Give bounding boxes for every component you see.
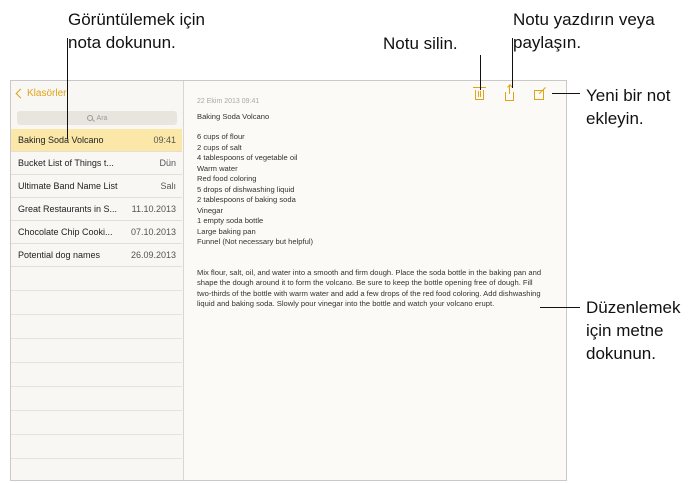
chevron-left-icon xyxy=(15,88,26,99)
ingredient-line: Warm water xyxy=(197,163,238,173)
empty-list-row xyxy=(11,339,182,363)
note-row-title: Great Restaurants in S... xyxy=(18,204,118,214)
leader-line-tap-note xyxy=(67,38,68,139)
callout-print-share: Notu yazdırın veya paylaşın. xyxy=(513,10,655,52)
note-row-date: Dün xyxy=(159,158,176,168)
note-row-title: Potential dog names xyxy=(18,250,101,260)
notes-app-screen: Klasörler Ara Baking Soda Volcano 09:41 … xyxy=(10,80,567,481)
empty-list-row xyxy=(11,315,182,339)
empty-list-row xyxy=(11,435,182,459)
note-row-date: Salı xyxy=(160,181,176,191)
folders-back-label: Klasörler xyxy=(27,88,67,99)
ingredient-line: 2 cups of salt xyxy=(197,142,242,152)
empty-list-row xyxy=(11,291,182,315)
note-row[interactable]: Potential dog names 26.09.2013 xyxy=(11,244,182,267)
callout-delete-note: Notu silin. xyxy=(383,34,458,53)
folders-back-button[interactable]: Klasörler xyxy=(15,88,67,99)
search-icon xyxy=(86,115,93,121)
note-row-title: Chocolate Chip Cooki... xyxy=(18,227,113,237)
note-row-title: Baking Soda Volcano xyxy=(18,135,104,145)
search-field[interactable]: Ara xyxy=(17,111,177,125)
ingredient-line: Red food coloring xyxy=(197,174,257,183)
ingredient-line: 1 empty soda bottle xyxy=(197,216,264,225)
ingredient-line: Funnel (Not necessary but helpful) xyxy=(197,237,314,246)
note-list: Baking Soda Volcano 09:41 Bucket List of… xyxy=(11,129,182,480)
empty-list-row xyxy=(11,363,182,387)
search-placeholder: Ara xyxy=(96,114,108,122)
note-row-date: 09:41 xyxy=(153,135,176,145)
note-row-title: Bucket List of Things t... xyxy=(18,158,114,168)
note-row-date: 07.10.2013 xyxy=(130,227,176,237)
instructions-paragraph: Mix flour, salt, oil, and water into a s… xyxy=(197,267,542,309)
empty-list-row xyxy=(11,459,182,480)
note-row-date: 26.09.2013 xyxy=(130,250,176,260)
note-row[interactable]: Great Restaurants in S... 11.10.2013 xyxy=(11,198,182,221)
callout-tap-note: Görüntülemek için nota dokunun. xyxy=(68,10,206,52)
note-row[interactable]: Baking Soda Volcano 09:41 xyxy=(11,129,182,152)
note-row[interactable]: Bucket List of Things t... Dün xyxy=(11,152,182,175)
leader-line-edit-text xyxy=(540,307,580,308)
note-row[interactable]: Chocolate Chip Cooki... 07.10.2013 xyxy=(11,221,182,244)
note-title: Baking Soda Volcano xyxy=(197,111,270,121)
leader-line-delete xyxy=(480,55,481,90)
note-row-date: 11.10.2013 xyxy=(131,204,176,214)
ingredient-line: 4 tablespoons of vegetable oil xyxy=(197,153,298,162)
empty-list-row xyxy=(11,267,182,291)
ingredient-line: 6 cups of flour xyxy=(197,132,245,141)
ingredient-line: Vinegar xyxy=(197,205,224,215)
leader-line-new-note xyxy=(552,93,580,94)
leader-line-share xyxy=(512,38,513,88)
ingredient-line: Large baking pan xyxy=(197,226,256,236)
empty-list-row xyxy=(11,387,182,411)
ingredient-line: 2 tablespoons of baking soda xyxy=(197,195,296,204)
callout-new-note: Yeni bir not ekleyin. xyxy=(586,86,671,128)
notes-sidebar: Klasörler Ara Baking Soda Volcano 09:41 … xyxy=(11,81,184,480)
note-row-title: Ultimate Band Name List xyxy=(18,181,118,191)
callout-edit-text: Düzenlemek için metne dokunun. xyxy=(586,298,681,363)
note-timestamp: 22 Ekim 2013 09:41 xyxy=(197,98,260,105)
note-row[interactable]: Ultimate Band Name List Salı xyxy=(11,175,182,198)
empty-list-row xyxy=(11,411,182,435)
note-editor[interactable]: 22 Ekim 2013 09:41 Baking Soda Volcano 6… xyxy=(197,97,557,310)
ingredient-line: 5 drops of dishwashing liquid xyxy=(197,184,295,194)
